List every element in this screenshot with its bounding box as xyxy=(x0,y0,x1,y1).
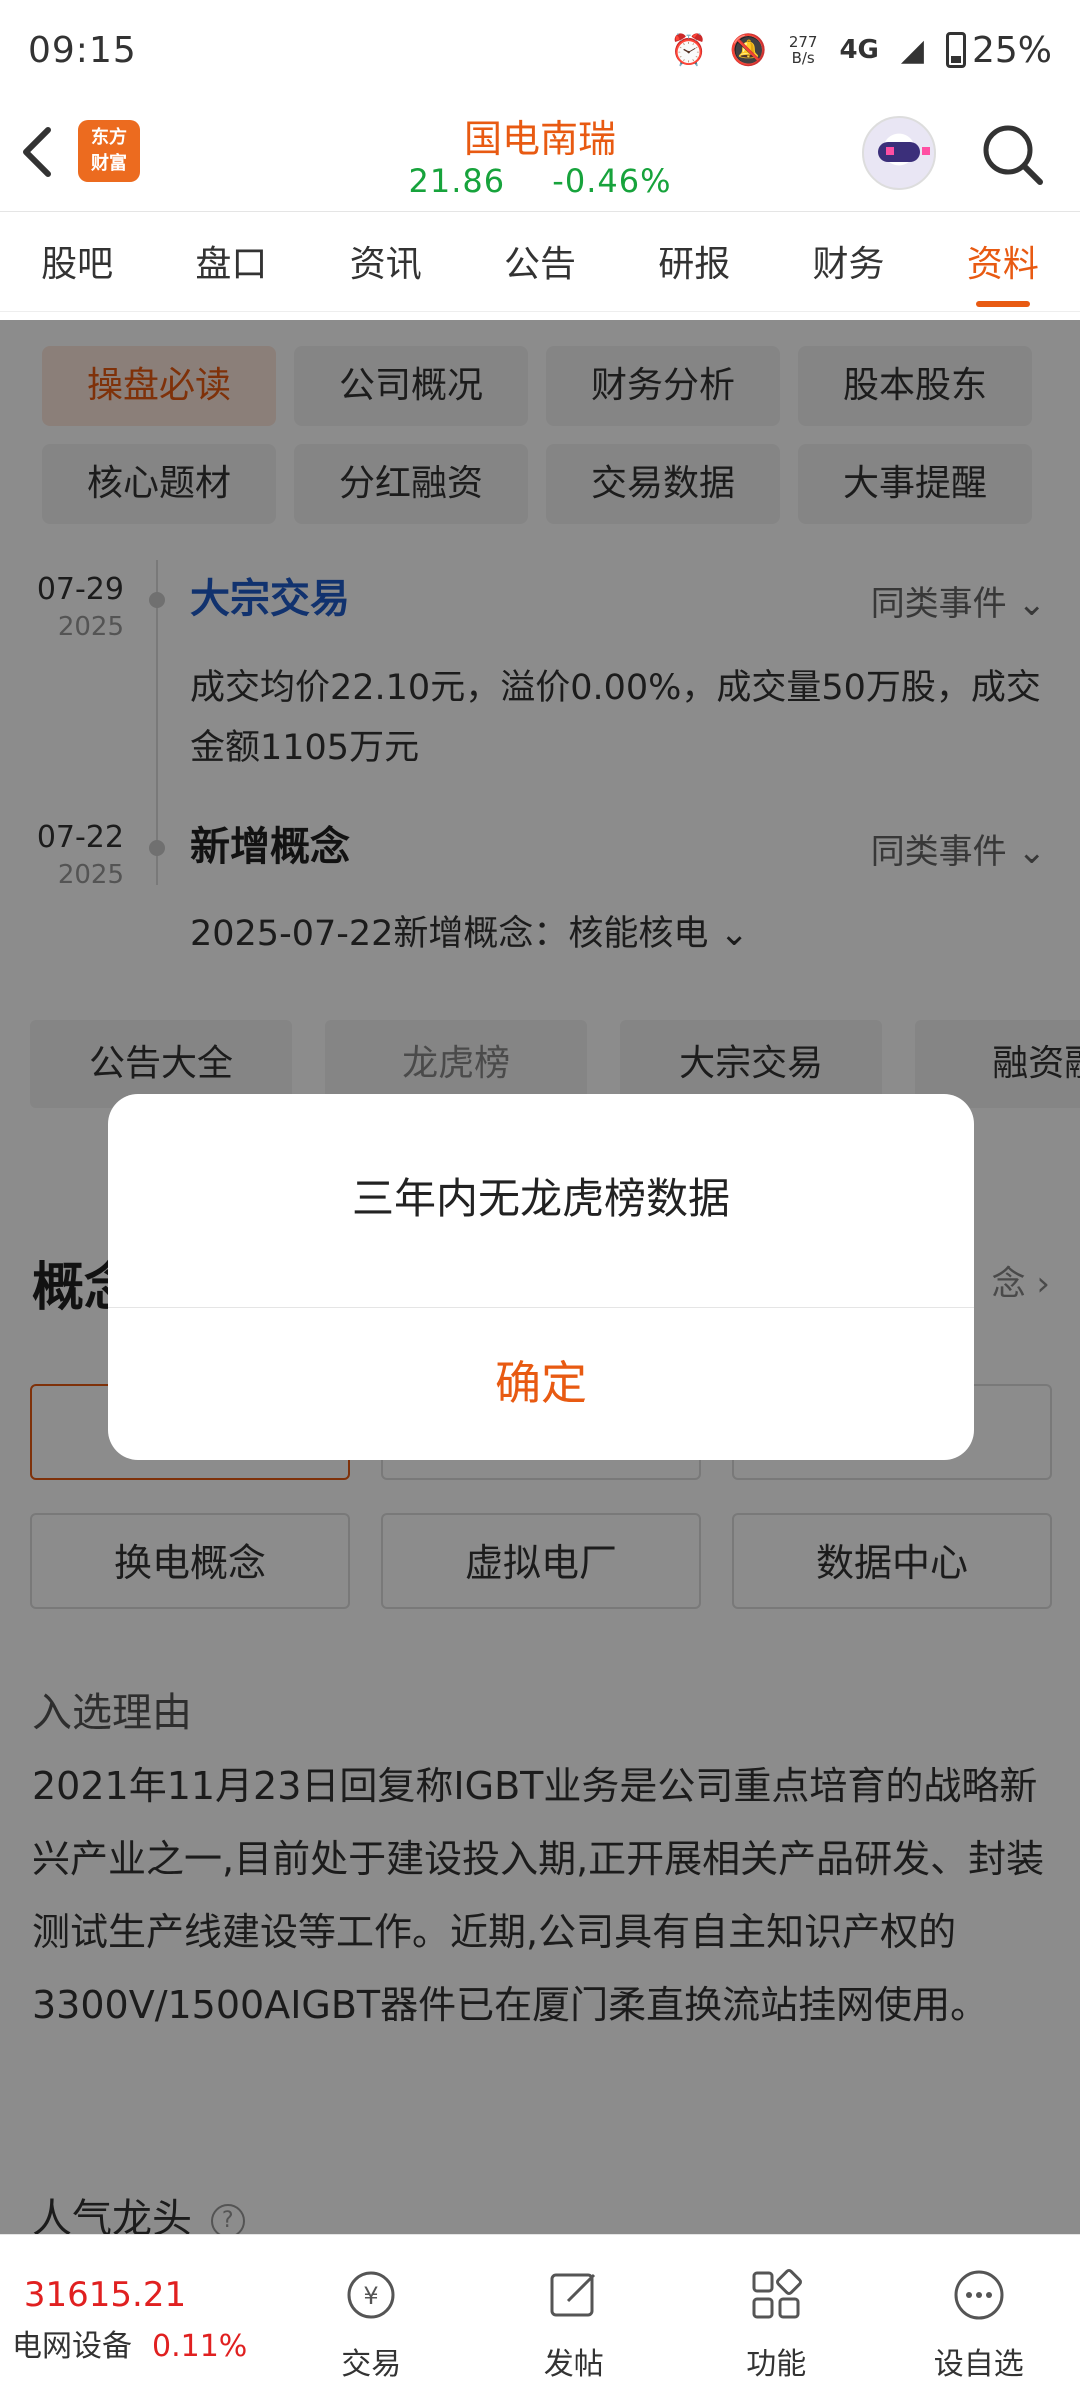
nav-post[interactable]: 发帖 xyxy=(473,2235,676,2400)
alarm-icon: ⏰ xyxy=(670,32,708,68)
alert-dialog: 三年内无龙虎榜数据 确定 xyxy=(108,1094,974,1460)
signal-icon: ◢ xyxy=(900,32,924,68)
bottom-toolbar: 31615.21 电网设备 0.11% ¥ 交易 发帖 功能 设自选 xyxy=(0,2234,1080,2400)
nav-post-label: 发帖 xyxy=(543,2347,604,2382)
assistant-robot-avatar[interactable] xyxy=(862,116,936,190)
stock-header: 东方 财富 国电南瑞 21.86 -0.46% xyxy=(0,100,1080,212)
trade-icon: ¥ xyxy=(347,2271,395,2319)
status-time: 09:15 xyxy=(28,29,137,71)
battery-level: 25% xyxy=(971,29,1052,71)
post-icon xyxy=(550,2273,595,2317)
nav-add-watchlist[interactable]: 设自选 xyxy=(878,2235,1080,2400)
svg-text:¥: ¥ xyxy=(364,2282,379,2310)
stock-change: -0.46% xyxy=(552,162,672,200)
nav-trade[interactable]: ¥ 交易 xyxy=(270,2235,473,2400)
sector-index-value: 31615.21 xyxy=(23,2275,187,2315)
search-icon xyxy=(983,125,1043,185)
apps-icon xyxy=(752,2269,803,2319)
nav-functions-label: 功能 xyxy=(746,2347,807,2382)
status-bar: 09:15 ⏰ 🔕 277 B/s 4G ◢ 25% xyxy=(0,0,1080,100)
stock-price: 21.86 xyxy=(408,162,506,200)
sector-index-name: 电网设备 xyxy=(12,2329,132,2364)
sector-index-change: 0.11% xyxy=(152,2329,248,2364)
battery-icon xyxy=(945,32,966,68)
tab-finance[interactable]: 财务 xyxy=(771,212,925,311)
main-tabs: 股吧 盘口 资讯 公告 研报 财务 资料 xyxy=(0,212,1080,312)
tab-news[interactable]: 资讯 xyxy=(309,212,463,311)
mute-icon: 🔕 xyxy=(729,32,767,68)
tab-guba[interactable]: 股吧 xyxy=(0,212,154,311)
network-label: 4G xyxy=(839,35,879,65)
nav-trade-label: 交易 xyxy=(341,2347,402,2382)
more-icon xyxy=(954,2270,1004,2320)
tab-announcements[interactable]: 公告 xyxy=(463,212,617,311)
sector-index[interactable]: 31615.21 电网设备 0.11% xyxy=(0,2235,270,2400)
tab-research[interactable]: 研报 xyxy=(617,212,771,311)
dialog-message: 三年内无龙虎榜数据 xyxy=(108,1094,974,1308)
tab-profile[interactable]: 资料 xyxy=(926,212,1080,311)
battery-indicator: 25% xyxy=(945,29,1052,71)
tab-pankou[interactable]: 盘口 xyxy=(154,212,308,311)
net-speed: 277 B/s xyxy=(788,33,818,67)
nav-functions[interactable]: 功能 xyxy=(675,2235,878,2400)
confirm-button[interactable]: 确定 xyxy=(108,1308,974,1460)
sector-index-name-row: 电网设备 0.11% xyxy=(0,2321,270,2365)
nav-add-watchlist-label: 设自选 xyxy=(933,2347,1024,2382)
search-button[interactable] xyxy=(980,122,1046,188)
status-icons: ⏰ 🔕 277 B/s 4G ◢ 25% xyxy=(670,30,1052,71)
